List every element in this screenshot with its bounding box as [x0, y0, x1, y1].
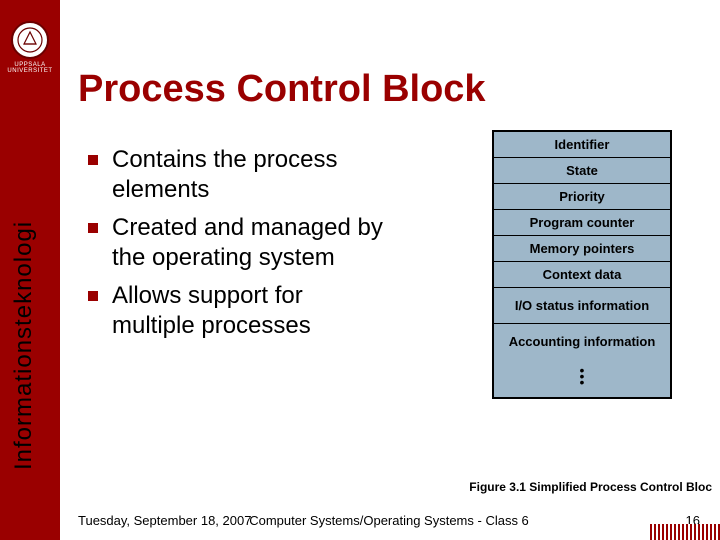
bullet-text: Allows support for multiple processes — [112, 281, 388, 341]
bullet-text: Created and managed by the operating sys… — [112, 213, 388, 273]
ellipsis-icon: ••• — [494, 359, 670, 397]
figure-caption: Figure 3.1 Simplified Process Control Bl… — [469, 480, 712, 494]
pcb-cell: State — [494, 158, 670, 184]
list-item: Contains the process elements — [88, 145, 388, 205]
bullet-icon — [88, 291, 98, 301]
slide-title: Process Control Block — [78, 68, 486, 111]
footer: Tuesday, September 18, 2007 Computer Sys… — [78, 513, 700, 528]
university-name: UPPSALA UNIVERSITET — [0, 62, 60, 74]
pcb-cell: Identifier — [494, 132, 670, 158]
university-seal-icon — [10, 20, 50, 60]
pcb-figure: Identifier State Priority Program counte… — [492, 130, 672, 399]
bullet-icon — [88, 223, 98, 233]
list-item: Allows support for multiple processes — [88, 281, 388, 341]
decorative-stripes — [650, 524, 720, 540]
pcb-cell: Memory pointers — [494, 236, 670, 262]
footer-date: Tuesday, September 18, 2007 — [78, 513, 258, 528]
sidebar-vertical-label: Informationsteknologi — [10, 430, 390, 470]
pcb-cell: Accounting information — [494, 324, 670, 359]
pcb-cell: Program counter — [494, 210, 670, 236]
pcb-cell: I/O status information — [494, 288, 670, 324]
pcb-cell: Priority — [494, 184, 670, 210]
slide: UPPSALA UNIVERSITET Informationsteknolog… — [0, 0, 720, 540]
bullet-text: Contains the process elements — [112, 145, 388, 205]
pcb-cell: Context data — [494, 262, 670, 288]
pcb-diagram: Identifier State Priority Program counte… — [492, 130, 672, 399]
bullet-icon — [88, 155, 98, 165]
list-item: Created and managed by the operating sys… — [88, 213, 388, 273]
bullet-list: Contains the process elements Created an… — [88, 145, 388, 349]
